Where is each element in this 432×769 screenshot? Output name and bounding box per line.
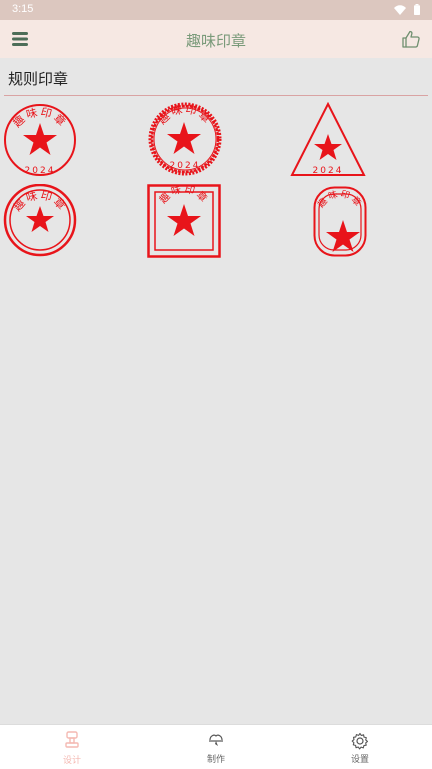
nav-label: 设置 (350, 754, 369, 765)
seal-double-circle[interactable]: 趣味印章 (2, 184, 78, 258)
seal-text: 趣味印章 (155, 102, 215, 127)
nav-item-design[interactable]: 设计 (0, 725, 144, 769)
nav-label: 制作 (206, 754, 225, 765)
thumbs-up-icon[interactable] (401, 29, 421, 49)
status-icons (394, 4, 420, 15)
seal-grid: 趣味印章 2024 趣味印章 2024 2024 趣味印章 趣味印章 趣味印章 (0, 100, 432, 260)
section-divider (4, 95, 428, 96)
gear-icon (351, 732, 369, 749)
make-icon (209, 734, 223, 746)
seal-circle[interactable]: 趣味印章 2024 (2, 103, 78, 179)
battery-icon (414, 4, 420, 15)
seal-triangle[interactable]: 2024 (290, 102, 366, 178)
nav-label: 设计 (62, 755, 81, 766)
seal-square[interactable]: 趣味印章 (147, 184, 221, 258)
seal-stamp-icon (65, 730, 79, 748)
seal-year: 2024 (25, 166, 56, 176)
seal-rounded-rect[interactable]: 趣味印章 (313, 186, 367, 258)
seal-text: 趣味印章 (156, 184, 211, 206)
status-time: 3:15 (12, 3, 34, 15)
section-title: 规则印章 (8, 70, 69, 88)
seal-jagged-circle[interactable]: 趣味印章 2024 (145, 102, 225, 178)
nav-item-make[interactable]: 制作 (144, 725, 288, 769)
seal-year: 2024 (170, 161, 201, 171)
app-title: 趣味印章 (185, 32, 246, 50)
wifi-icon (394, 4, 406, 15)
seal-year: 2024 (313, 166, 344, 176)
app-bar: 趣味印章 (0, 20, 432, 58)
nav-item-settings[interactable]: 设置 (288, 725, 432, 769)
bottom-nav: 设计 制作 设置 (0, 724, 432, 769)
status-bar: 3:15 (0, 0, 432, 20)
